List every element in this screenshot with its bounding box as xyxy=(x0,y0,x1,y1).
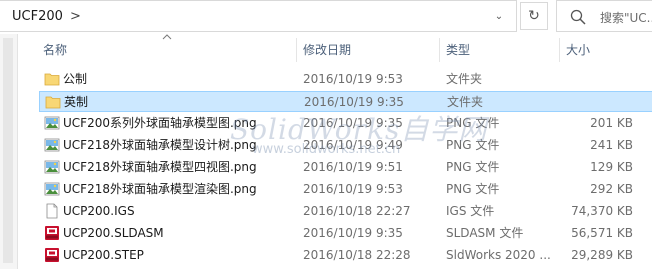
navigation-pane xyxy=(0,34,18,269)
file-type: 文件夹 xyxy=(447,95,484,109)
file-row[interactable]: 公制 2016/10/19 9:53 文件夹 xyxy=(39,69,652,90)
file-name: UCF218外球面轴承模型设计树.png xyxy=(63,138,257,152)
column-header-row: 名称 修改日期 类型 大小 xyxy=(19,34,652,66)
file-size: 241 KB xyxy=(590,138,633,152)
image-file-icon xyxy=(44,182,60,196)
file-type: PNG 文件 xyxy=(446,138,500,152)
folder-icon xyxy=(44,73,60,86)
column-header-name[interactable]: 名称 xyxy=(43,34,67,66)
file-row[interactable]: UCP200.STEP 2016/10/18 22:28 SldWorks 20… xyxy=(39,245,652,266)
search-input[interactable]: 搜索"UC... xyxy=(600,9,652,26)
file-name: 公制 xyxy=(63,72,88,86)
file-date: 2016/10/19 9:51 xyxy=(303,160,403,174)
column-header-type[interactable]: 类型 xyxy=(446,34,470,66)
file-name: UCP200.STEP xyxy=(63,248,144,262)
file-size: 129 KB xyxy=(590,160,633,174)
file-row[interactable]: 英制 2016/10/19 9:35 文件夹 xyxy=(39,91,652,112)
file-date: 2016/10/19 9:35 xyxy=(303,116,403,130)
file-date: 2016/10/18 22:27 xyxy=(303,204,411,218)
file-name: UCF218外球面轴承模型四视图.png xyxy=(63,160,257,174)
search-box[interactable]: 搜索"UC... xyxy=(556,0,652,32)
file-name: UCF218外球面轴承模型渲染图.png xyxy=(63,182,257,196)
breadcrumb-ucf200[interactable]: UCF200 xyxy=(12,9,63,24)
refresh-button[interactable]: ↻ xyxy=(520,2,548,30)
file-name: 英制 xyxy=(64,95,89,109)
file-size: 292 KB xyxy=(590,182,633,196)
file-type: SldWorks 2020 ... xyxy=(446,248,551,262)
image-file-icon xyxy=(44,138,60,152)
file-row[interactable]: UCF218外球面轴承模型渲染图.png 2016/10/19 9:53 PNG… xyxy=(39,179,652,200)
file-date: 2016/10/19 9:49 xyxy=(303,138,403,152)
column-divider[interactable] xyxy=(559,38,560,62)
nav-scrollbar[interactable] xyxy=(3,38,13,263)
sort-ascending-icon xyxy=(162,34,172,40)
address-bar[interactable]: UCF200 > ⌄ xyxy=(0,0,517,32)
file-type: 文件夹 xyxy=(446,72,483,86)
file-date: 2016/10/19 9:53 xyxy=(303,182,403,196)
file-name: UCP200.IGS xyxy=(63,204,135,218)
file-date: 2016/10/19 9:35 xyxy=(304,95,404,109)
file-size: 201 KB xyxy=(590,116,633,130)
image-file-icon xyxy=(44,116,60,130)
file-name: UCF200系列外球面轴承模型图.png xyxy=(63,116,257,130)
file-date: 2016/10/19 9:53 xyxy=(303,72,403,86)
column-divider[interactable] xyxy=(296,38,297,62)
file-row[interactable]: UCF218外球面轴承模型四视图.png 2016/10/19 9:51 PNG… xyxy=(39,157,652,178)
file-size: 74,370 KB xyxy=(571,204,633,218)
file-size: 56,571 KB xyxy=(571,226,633,240)
address-dropdown-icon[interactable]: ⌄ xyxy=(488,6,510,28)
address-toolbar: UCF200 > ⌄ ↻ 搜索"UC... xyxy=(0,0,652,34)
file-date: 2016/10/18 22:28 xyxy=(303,248,411,262)
solidworks-file-icon xyxy=(45,226,59,240)
file-size xyxy=(540,92,634,113)
file-type: PNG 文件 xyxy=(446,160,500,174)
folder-icon xyxy=(45,96,61,109)
file-type: PNG 文件 xyxy=(446,116,500,130)
search-icon xyxy=(570,9,586,25)
column-header-size[interactable]: 大小 xyxy=(566,34,590,66)
file-date: 2016/10/19 9:35 xyxy=(303,226,403,240)
file-row[interactable]: UCP200.IGS 2016/10/18 22:27 IGS 文件 74,37… xyxy=(39,201,652,222)
breadcrumb-chevron-icon[interactable]: > xyxy=(70,9,81,24)
file-row[interactable]: UCF218外球面轴承模型设计树.png 2016/10/19 9:49 PNG… xyxy=(39,135,652,156)
image-file-icon xyxy=(44,160,60,174)
solidworks-file-icon xyxy=(45,248,59,262)
file-row[interactable]: UCF200系列外球面轴承模型图.png 2016/10/19 9:35 PNG… xyxy=(39,113,652,134)
blank-file-icon xyxy=(46,203,58,219)
column-divider[interactable] xyxy=(439,38,440,62)
file-size: 29,289 KB xyxy=(571,248,633,262)
column-header-date[interactable]: 修改日期 xyxy=(303,34,351,66)
file-type: PNG 文件 xyxy=(446,182,500,196)
file-name: UCP200.SLDASM xyxy=(63,226,164,240)
file-type: SLDASM 文件 xyxy=(446,226,524,240)
file-row[interactable]: UCP200.SLDASM 2016/10/19 9:35 SLDASM 文件 … xyxy=(39,223,652,244)
file-size xyxy=(539,69,633,90)
file-type: IGS 文件 xyxy=(446,204,495,218)
